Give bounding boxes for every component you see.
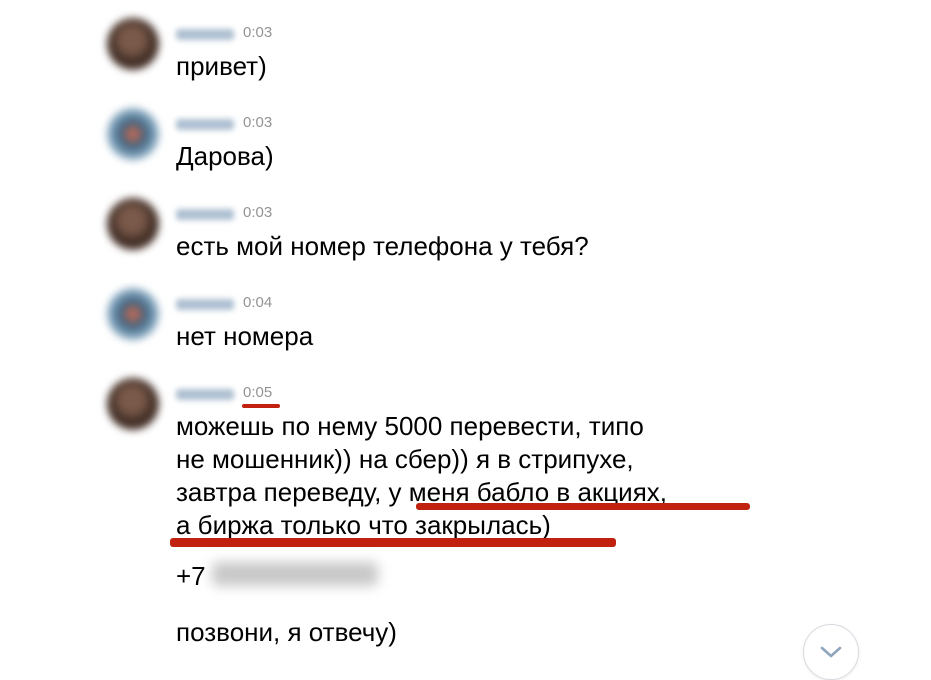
message-time[interactable]: 0:04 — [243, 294, 272, 311]
chevron-down-icon — [820, 646, 842, 658]
message-text: есть мой номер телефона у тебя? — [176, 231, 589, 261]
sender-name-blurred[interactable] — [176, 29, 234, 40]
sender-name-blurred[interactable] — [176, 119, 234, 130]
message-time[interactable]: 0:03 — [243, 114, 272, 131]
text-highlight-underline — [170, 538, 616, 547]
avatar[interactable] — [107, 18, 159, 70]
time-highlight-underline — [242, 404, 280, 408]
avatar[interactable] — [107, 198, 159, 250]
message-text: позвони, я отвечу) — [176, 617, 397, 647]
sender-name-blurred[interactable] — [176, 209, 234, 220]
message-text: Дарова) — [176, 141, 274, 171]
avatar[interactable] — [107, 108, 159, 160]
message-text-line: можешь по нему 5000 перевести, типо — [176, 411, 644, 441]
message-text-line: не мошенник)) на сбер)) я в стрипухе, — [176, 444, 634, 474]
message-time[interactable]: 0:03 — [243, 204, 272, 221]
sender-name-blurred[interactable] — [176, 389, 234, 400]
phone-number-redacted — [212, 562, 378, 586]
phone-prefix: +7 — [176, 561, 206, 591]
avatar[interactable] — [107, 378, 159, 430]
message-text: нет номера — [176, 321, 314, 351]
message-time[interactable]: 0:05 — [243, 384, 272, 401]
sender-name-blurred[interactable] — [176, 299, 234, 310]
message-text: привет) — [176, 51, 267, 81]
message-time[interactable]: 0:03 — [243, 24, 272, 41]
avatar[interactable] — [107, 288, 159, 340]
